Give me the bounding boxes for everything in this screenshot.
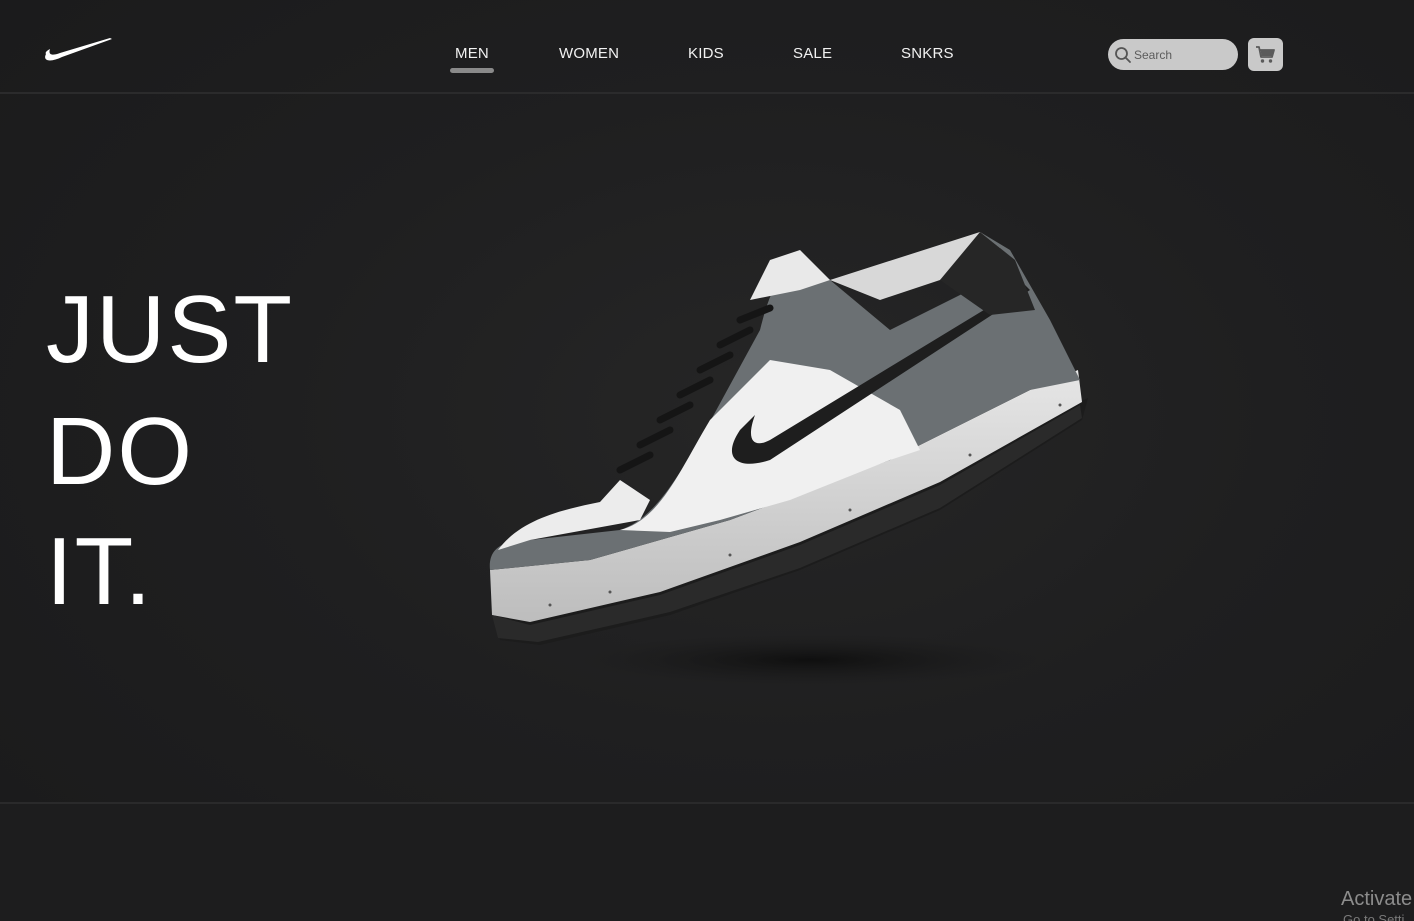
- activation-watermark-title: Activate: [1341, 888, 1413, 910]
- cart-button[interactable]: [1248, 38, 1283, 71]
- page: MEN WOMEN KIDS SALE SNKRS JUST DO IT.: [0, 0, 1414, 921]
- activation-watermark-subtitle: Go to Setti: [1343, 912, 1405, 921]
- search-box[interactable]: [1108, 39, 1238, 70]
- hero-line-do: DO: [46, 398, 194, 505]
- nav-item-sale[interactable]: SALE: [793, 45, 832, 62]
- lower-section: [0, 804, 1414, 921]
- search-icon: [1115, 47, 1131, 63]
- nav-item-men[interactable]: MEN: [450, 45, 494, 73]
- sneaker-image: [489, 232, 1088, 686]
- nav-item-women[interactable]: WOMEN: [559, 45, 619, 62]
- hero-line-it: IT.: [46, 518, 154, 625]
- search-input[interactable]: [1134, 39, 1232, 70]
- site-header: MEN WOMEN KIDS SALE SNKRS: [0, 0, 1414, 94]
- hero-line-just: JUST: [46, 276, 294, 383]
- cart-icon: [1256, 46, 1275, 63]
- nav-item-kids[interactable]: KIDS: [688, 45, 724, 62]
- nav-item-snkrs[interactable]: SNKRS: [901, 45, 954, 62]
